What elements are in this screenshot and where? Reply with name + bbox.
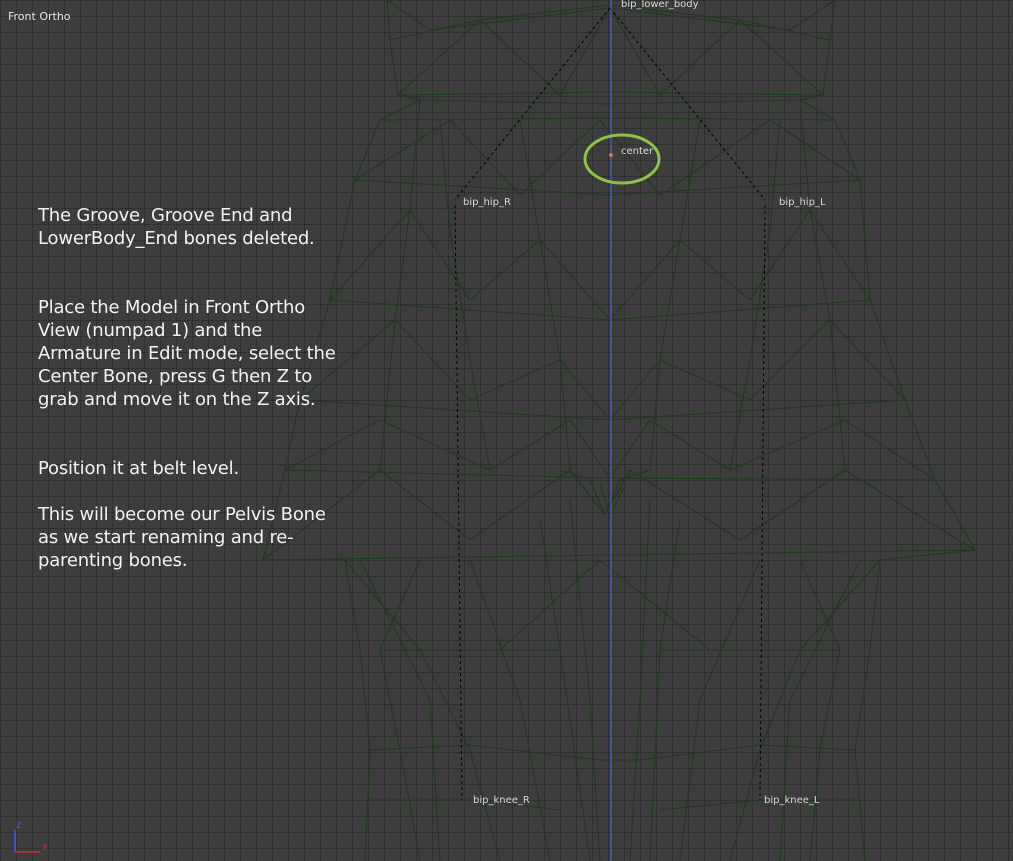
bone-label-knee-r[interactable]: bip_knee_R [473,795,530,806]
bone-label-hip-l[interactable]: bip_hip_L [779,197,826,208]
instruction-2: Place the Model in Front Ortho View (num… [38,297,336,410]
instruction-3: Position it at belt level. [38,458,240,479]
3d-viewport[interactable]: Z X Front Ortho The Groove, Groove End a… [0,0,1013,861]
instruction-1: The Groove, Groove End and LowerBody_End… [38,205,315,249]
svg-text:Z: Z [16,821,22,830]
axis-gizmo: Z X [14,821,48,853]
bone-label-center[interactable]: center [621,146,653,157]
bone-label-hip-r[interactable]: bip_hip_R [463,197,511,208]
view-name-label: Front Ortho [8,10,71,23]
wireframe-mesh: Z X [14,0,976,861]
bone-label-knee-l[interactable]: bip_knee_L [764,795,819,806]
svg-text:X: X [42,843,48,852]
instruction-4: This will become our Pelvis Bone as we s… [38,504,326,571]
bone-label-lower-body[interactable]: bip_lower_body [621,0,699,10]
